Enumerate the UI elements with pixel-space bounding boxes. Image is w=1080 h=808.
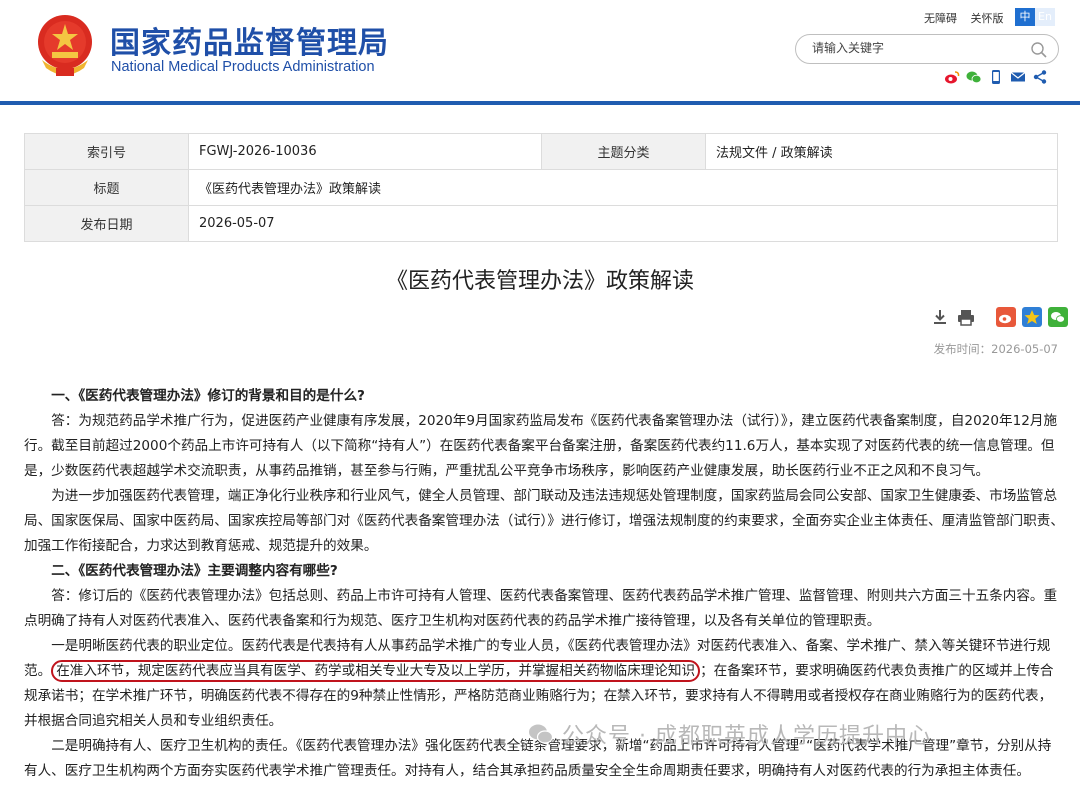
watermark-text: 公众号 · 成都职英成人学历提升中心 — [562, 724, 931, 749]
top-links: 无障碍 关怀版 — [924, 10, 1014, 26]
section-heading: 一、《医药代表管理办法》修订的背景和目的是什么? — [51, 388, 365, 404]
section-heading: 二、《医药代表管理办法》主要调整内容有哪些? — [51, 563, 338, 579]
index-label: 索引号 — [24, 133, 189, 170]
table-row: 发布日期 2026-05-07 — [24, 205, 1058, 242]
wechat-share-icon[interactable] — [1048, 307, 1068, 327]
date-value: 2026-05-07 — [188, 205, 1058, 242]
watermark: 公众号 · 成都职英成人学历提升中心 — [528, 718, 931, 750]
search-box — [795, 34, 1059, 64]
search-icon[interactable] — [1030, 41, 1048, 59]
lang-chinese-button[interactable]: 中 — [1015, 8, 1035, 26]
weibo-share-icon[interactable] — [996, 307, 1016, 327]
paragraph: 答：为规范药品学术推广行为，促进医药产业健康有序发展，2020年9月国家药监局发… — [24, 413, 1058, 479]
date-label: 发布日期 — [24, 205, 189, 242]
national-emblem-icon — [38, 15, 92, 76]
care-mode-link[interactable]: 关怀版 — [971, 12, 1004, 25]
mail-icon[interactable] — [1010, 69, 1026, 85]
table-row: 标题 《医药代表管理办法》政策解读 — [24, 169, 1058, 206]
search-input[interactable] — [812, 41, 1022, 55]
language-switch: 中 En — [1015, 8, 1055, 26]
paragraph: 为进一步加强医药代表管理，端正净化行业秩序和行业风气，健全人员管理、部门联动及违… — [24, 488, 1064, 554]
share-icon[interactable] — [1032, 69, 1048, 85]
wechat-official-account-icon — [529, 724, 554, 744]
title-value: 《医药代表管理办法》政策解读 — [188, 169, 1058, 206]
publish-time: 发布时间：2026-05-07 — [933, 342, 1058, 356]
index-value: FGWJ-2026-10036 — [188, 133, 542, 170]
site-title-english[interactable]: National Medical Products Administration — [111, 59, 375, 75]
header-divider — [0, 101, 1080, 105]
qzone-share-icon[interactable] — [1022, 307, 1042, 327]
category-label: 主题分类 — [541, 133, 706, 170]
download-icon[interactable] — [930, 307, 950, 327]
accessibility-link[interactable]: 无障碍 — [924, 12, 957, 25]
table-row: 索引号 FGWJ-2026-10036 主题分类 法规文件 / 政策解读 — [24, 133, 1058, 170]
site-header: 国家药品监督管理局 National Medical Products Admi… — [0, 0, 1080, 105]
highlighted-text: 在准入环节，规定医药代表应当具有医学、药学或相关专业大专及以上学历，并掌握相关药… — [51, 660, 701, 682]
mobile-icon[interactable] — [988, 69, 1004, 85]
site-title-chinese[interactable]: 国家药品监督管理局 — [110, 18, 389, 62]
document-meta-table: 索引号 FGWJ-2026-10036 主题分类 法规文件 / 政策解读 标题 … — [24, 133, 1058, 242]
social-share-bar — [944, 69, 1048, 85]
lang-english-button[interactable]: En — [1035, 8, 1055, 26]
category-value: 法规文件 / 政策解读 — [705, 133, 1058, 170]
paragraph: 答：修订后的《医药代表管理办法》包括总则、药品上市许可持有人管理、医药代表备案管… — [24, 588, 1058, 629]
weibo-icon[interactable] — [944, 69, 960, 85]
print-icon[interactable] — [956, 307, 976, 327]
article-tools — [930, 307, 1068, 327]
wechat-icon[interactable] — [966, 69, 982, 85]
title-label: 标题 — [24, 169, 189, 206]
article-title: 《医药代表管理办法》政策解读 — [385, 269, 694, 294]
